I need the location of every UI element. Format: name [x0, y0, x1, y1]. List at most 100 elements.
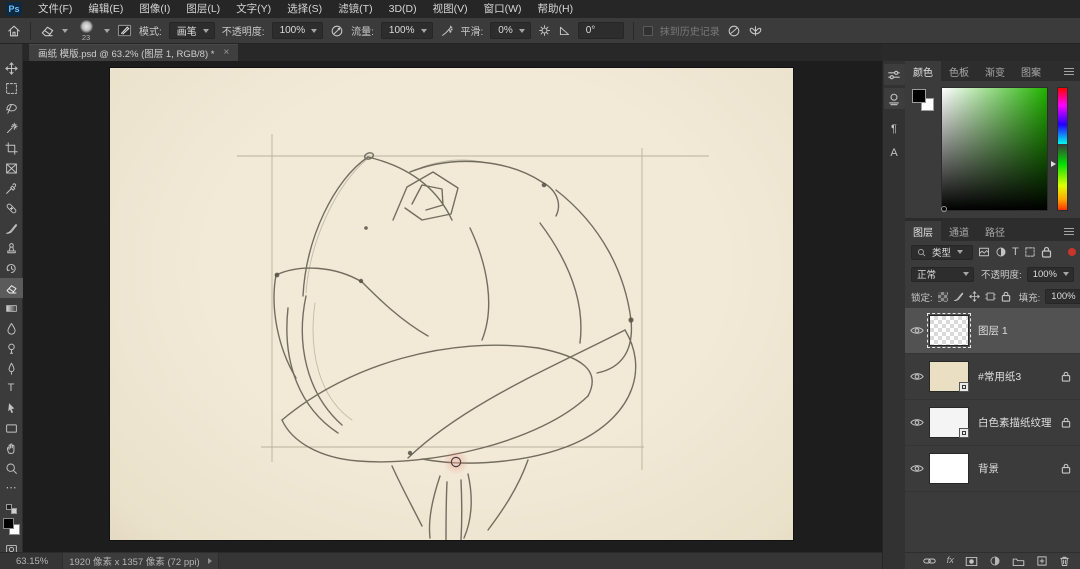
eraser-tool-preset-icon[interactable]	[40, 23, 55, 38]
filter-smart-object-icon[interactable]	[1041, 246, 1052, 258]
tool-lasso[interactable]	[0, 98, 23, 118]
adjustment-layer-icon[interactable]	[989, 555, 1001, 567]
tool-blur[interactable]	[0, 318, 23, 338]
zoom-level[interactable]: 63.15%	[16, 556, 48, 567]
erase-history-checkbox[interactable]	[643, 26, 653, 36]
tool-frame[interactable]	[0, 158, 23, 178]
default-colors-icon[interactable]	[6, 504, 17, 514]
color-picker-field[interactable]	[941, 87, 1048, 211]
tool-spot-healing[interactable]	[0, 198, 23, 218]
tool-path-select[interactable]	[0, 398, 23, 418]
symmetry-butterfly-icon[interactable]	[748, 24, 763, 38]
filter-type-icon[interactable]: T	[1012, 247, 1019, 258]
visibility-eye-icon[interactable]	[905, 463, 929, 474]
tab-paths[interactable]: 路径	[977, 221, 1013, 241]
hue-marker-icon[interactable]	[1051, 161, 1056, 167]
layer-thumbnail[interactable]	[929, 453, 969, 484]
panel-foreground-swatch[interactable]	[912, 89, 926, 103]
link-layers-icon[interactable]	[923, 556, 936, 566]
properties-panel-icon[interactable]	[884, 64, 905, 85]
tab-gradients[interactable]: 渐变	[977, 61, 1013, 81]
menu-image[interactable]: 图像(I)	[131, 0, 178, 18]
foreground-background-swatches[interactable]	[3, 518, 20, 535]
layer-name[interactable]: 图层 1	[978, 323, 1008, 338]
close-tab-icon[interactable]: ×	[223, 48, 229, 58]
tool-brush[interactable]	[0, 218, 23, 238]
status-chevron-icon[interactable]	[208, 558, 212, 564]
brush-picker-caret[interactable]	[104, 29, 110, 33]
menu-type[interactable]: 文字(Y)	[228, 0, 279, 18]
tab-patterns[interactable]: 图案	[1013, 61, 1049, 81]
layer-name[interactable]: #常用纸3	[978, 369, 1021, 384]
tool-zoom[interactable]	[0, 458, 23, 478]
home-icon[interactable]	[7, 24, 21, 38]
tab-swatches[interactable]: 色板	[941, 61, 977, 81]
foreground-color-swatch[interactable]	[3, 518, 14, 529]
brush-preview[interactable]: 23	[75, 20, 97, 42]
smoothing-gear-icon[interactable]	[538, 24, 551, 37]
tool-shape[interactable]	[0, 418, 23, 438]
tab-channels[interactable]: 通道	[941, 221, 977, 241]
layer-name[interactable]: 白色素描纸纹理	[978, 415, 1052, 430]
filter-pixel-icon[interactable]	[978, 246, 990, 258]
toggle-brush-panel-icon[interactable]	[117, 23, 132, 38]
menu-view[interactable]: 视图(V)	[425, 0, 476, 18]
tool-clone-stamp[interactable]	[0, 238, 23, 258]
opacity-pressure-icon[interactable]	[330, 24, 344, 38]
hue-slider[interactable]	[1057, 87, 1068, 211]
layer-thumbnail[interactable]	[929, 315, 969, 346]
lock-transparency-icon[interactable]	[938, 292, 948, 302]
flow-field[interactable]: 100%	[381, 22, 433, 39]
fill-field[interactable]: 100%	[1045, 289, 1080, 304]
blend-mode-dropdown[interactable]: 正常	[911, 267, 974, 282]
tool-more[interactable]: ⋯	[0, 478, 23, 498]
panel-menu-icon[interactable]	[1064, 68, 1074, 75]
tab-color[interactable]: 颜色	[905, 61, 941, 81]
panel-color-swatches[interactable]	[912, 89, 934, 111]
document-canvas[interactable]	[110, 68, 793, 540]
menu-edit[interactable]: 编辑(E)	[80, 0, 131, 18]
menu-file[interactable]: 文件(F)	[30, 0, 80, 18]
layer-row-4[interactable]: 背景	[905, 446, 1080, 492]
visibility-eye-icon[interactable]	[905, 371, 929, 382]
filter-toggle[interactable]	[1068, 248, 1076, 256]
tool-marquee[interactable]	[0, 78, 23, 98]
size-pressure-icon[interactable]	[727, 24, 741, 38]
visibility-eye-icon[interactable]	[905, 325, 929, 336]
add-mask-icon[interactable]	[965, 556, 978, 567]
filter-shape-icon[interactable]	[1024, 246, 1036, 258]
lock-all-icon[interactable]	[1001, 291, 1011, 302]
layer-thumbnail[interactable]	[929, 361, 969, 392]
delete-layer-icon[interactable]	[1059, 555, 1070, 567]
airbrush-icon[interactable]	[440, 24, 454, 38]
tool-magic-wand[interactable]	[0, 118, 23, 138]
character-panel-icon[interactable]: A	[884, 143, 905, 164]
brush-settings-panel-icon[interactable]	[884, 88, 905, 109]
tool-eyedropper[interactable]	[0, 178, 23, 198]
tool-dodge[interactable]	[0, 338, 23, 358]
preset-caret[interactable]	[62, 29, 68, 33]
layers-opacity-field[interactable]: 100%	[1027, 267, 1074, 282]
menu-select[interactable]: 选择(S)	[279, 0, 330, 18]
tool-gradient[interactable]	[0, 298, 23, 318]
visibility-eye-icon[interactable]	[905, 417, 929, 428]
tool-eraser[interactable]	[0, 278, 23, 298]
filter-adjustment-icon[interactable]	[995, 246, 1007, 258]
mode-dropdown[interactable]: 画笔	[169, 22, 215, 39]
tool-hand[interactable]	[0, 438, 23, 458]
filter-type-dropdown[interactable]: 类型	[911, 245, 973, 260]
menu-help[interactable]: 帮助(H)	[530, 0, 582, 18]
layer-style-fx-icon[interactable]: fx	[947, 556, 954, 566]
new-group-icon[interactable]	[1012, 556, 1025, 567]
layer-row-2[interactable]: #常用纸3	[905, 354, 1080, 400]
angle-field[interactable]: 0°	[578, 22, 624, 39]
layer-row-3[interactable]: 白色素描纸纹理	[905, 400, 1080, 446]
document-info[interactable]: 1920 像素 x 1357 像素 (72 ppi)	[62, 552, 218, 569]
tab-layers[interactable]: 图层	[905, 221, 941, 241]
layer-row-1[interactable]: 图层 1	[905, 308, 1080, 354]
layers-menu-icon[interactable]	[1064, 228, 1074, 235]
menu-filter[interactable]: 滤镜(T)	[330, 0, 380, 18]
tool-history-brush[interactable]	[0, 258, 23, 278]
menu-layer[interactable]: 图层(L)	[178, 0, 228, 18]
lock-position-icon[interactable]	[969, 291, 980, 302]
